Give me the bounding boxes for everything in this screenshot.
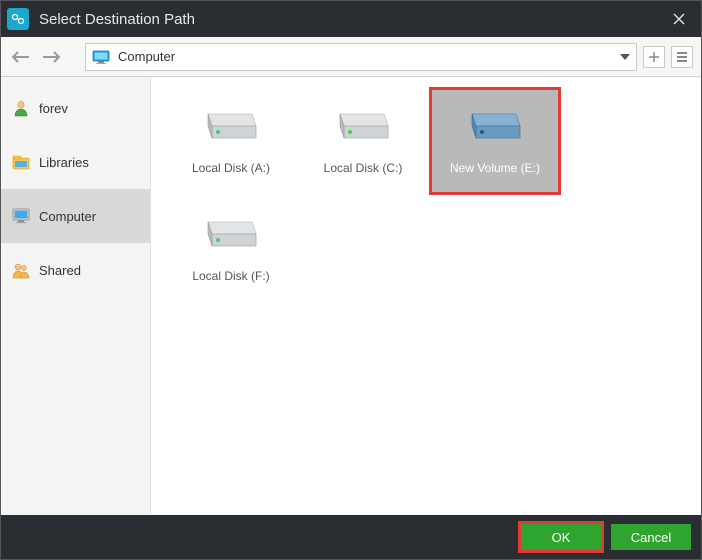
cancel-button[interactable]: Cancel	[611, 524, 691, 550]
footer: OK Cancel	[1, 515, 701, 559]
drive-label: Local Disk (C:)	[303, 161, 423, 175]
close-button[interactable]	[661, 1, 697, 37]
sidebar-item-libraries[interactable]: Libraries	[1, 135, 150, 189]
navbar: Computer	[1, 37, 701, 77]
path-box[interactable]: Computer	[85, 43, 637, 71]
drive-icon	[466, 97, 524, 155]
computer-icon	[11, 206, 31, 226]
new-folder-button[interactable]	[643, 46, 665, 68]
drive-icon	[202, 97, 260, 155]
shared-icon	[11, 260, 31, 280]
sidebar-item-label: Computer	[39, 209, 96, 224]
close-icon	[672, 12, 686, 26]
app-icon	[7, 8, 29, 30]
titlebar: Select Destination Path	[1, 1, 701, 37]
drive-icon	[334, 97, 392, 155]
drive-list: Local Disk (A:) Local Disk (C:)	[151, 77, 701, 515]
arrow-left-icon	[11, 50, 31, 64]
drive-label: New Volume (E:)	[435, 161, 555, 175]
libraries-icon	[11, 152, 31, 172]
drive-item-c[interactable]: Local Disk (C:)	[297, 87, 429, 195]
nav-back-button[interactable]	[9, 45, 33, 69]
sidebar-item-label: Libraries	[39, 155, 89, 170]
view-list-button[interactable]	[671, 46, 693, 68]
sidebar-item-shared[interactable]: Shared	[1, 243, 150, 297]
chevron-down-icon	[620, 54, 630, 60]
sidebar: forev Libraries	[1, 77, 151, 515]
drive-icon	[202, 205, 260, 263]
dialog-body: forev Libraries	[1, 77, 701, 515]
drive-item-e[interactable]: New Volume (E:)	[429, 87, 561, 195]
nav-forward-button[interactable]	[39, 45, 63, 69]
drive-label: Local Disk (A:)	[171, 161, 291, 175]
drive-item-f[interactable]: Local Disk (F:)	[165, 195, 297, 303]
dialog-title: Select Destination Path	[39, 11, 661, 28]
sidebar-item-computer[interactable]: Computer	[1, 189, 150, 243]
sidebar-item-label: forev	[39, 101, 68, 116]
ok-button[interactable]: OK	[521, 524, 601, 550]
arrow-right-icon	[41, 50, 61, 64]
drive-label: Local Disk (F:)	[171, 269, 291, 283]
list-icon	[676, 51, 688, 63]
dialog-window: Select Destination Path	[0, 0, 702, 560]
plus-icon	[648, 51, 660, 63]
path-text: Computer	[118, 49, 612, 64]
user-icon	[11, 98, 31, 118]
sidebar-item-forev[interactable]: forev	[1, 81, 150, 135]
sidebar-item-label: Shared	[39, 263, 81, 278]
drive-item-a[interactable]: Local Disk (A:)	[165, 87, 297, 195]
monitor-icon	[92, 50, 110, 64]
